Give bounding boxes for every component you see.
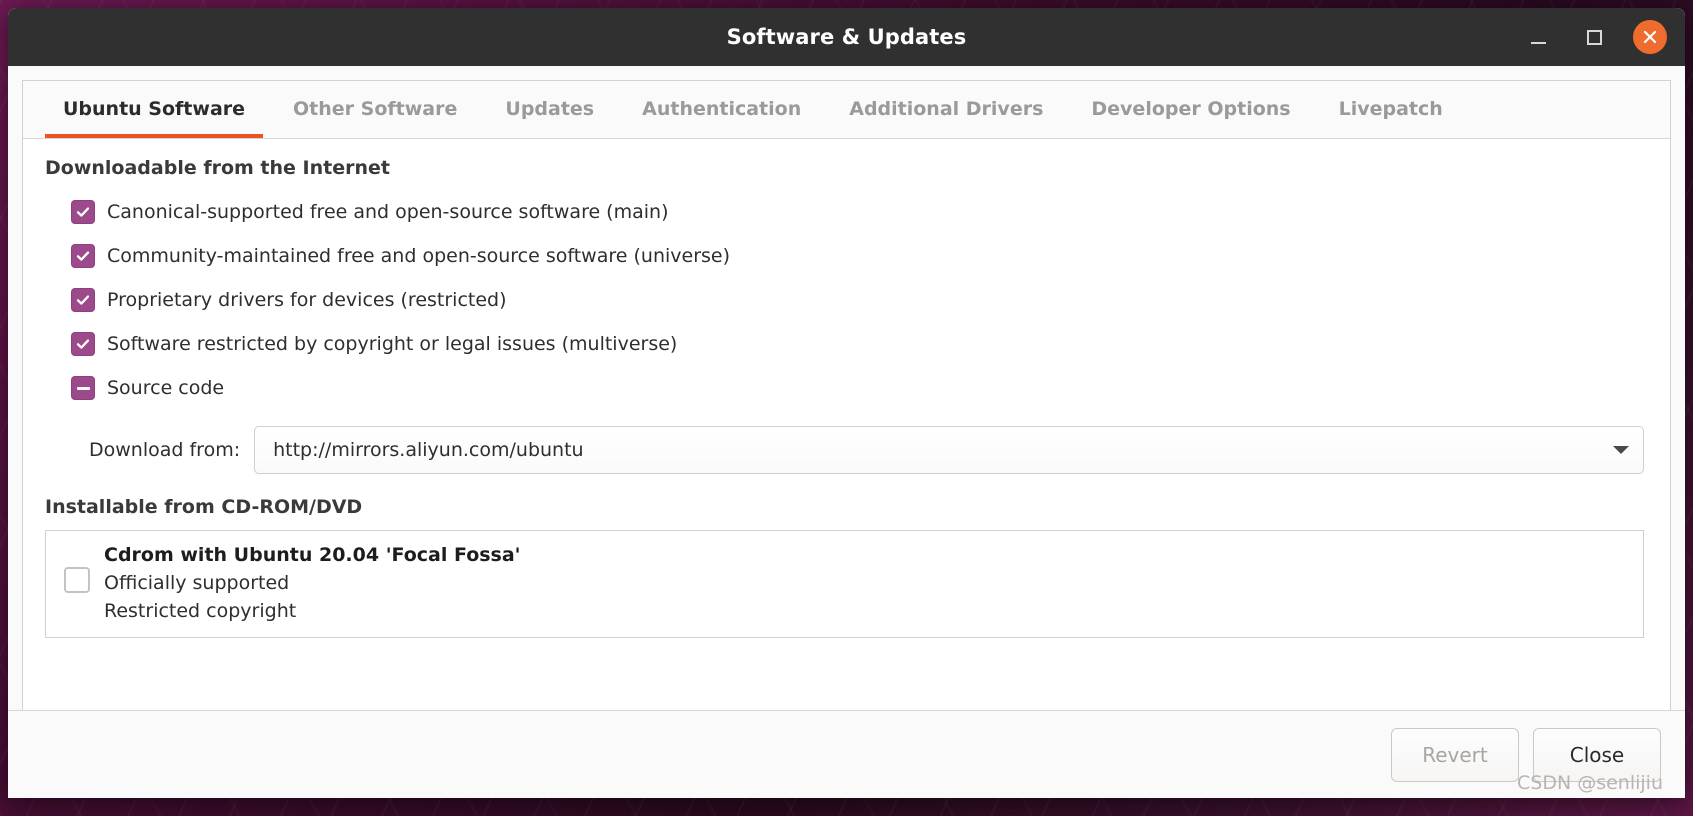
repo-label: Community-maintained free and open-sourc… xyxy=(107,245,731,267)
repo-label: Software restricted by copyright or lega… xyxy=(107,333,678,355)
repo-row-multiverse[interactable]: Software restricted by copyright or lega… xyxy=(71,322,1648,366)
cdrom-list-item[interactable]: Cdrom with Ubuntu 20.04 'Focal Fossa' Of… xyxy=(46,541,1643,625)
repo-row-universe[interactable]: Community-maintained free and open-sourc… xyxy=(71,234,1648,278)
chevron-down-icon xyxy=(1613,446,1629,454)
tab-label: Additional Drivers xyxy=(849,98,1044,120)
tab-updates[interactable]: Updates xyxy=(481,82,618,138)
revert-button[interactable]: Revert xyxy=(1391,727,1519,782)
window-body: Ubuntu Software Other Software Updates A… xyxy=(8,66,1685,798)
maximize-icon xyxy=(1586,29,1602,45)
close-button[interactable] xyxy=(1633,20,1667,54)
cdrom-item-text: Cdrom with Ubuntu 20.04 'Focal Fossa' Of… xyxy=(104,541,521,625)
window-title: Software & Updates xyxy=(726,25,967,49)
download-from-row: Download from: http://mirrors.aliyun.com… xyxy=(45,426,1648,474)
download-from-label: Download from: xyxy=(89,439,241,461)
check-icon xyxy=(76,295,90,305)
cdrom-item-name: Cdrom with Ubuntu 20.04 'Focal Fossa' xyxy=(104,544,521,566)
notebook: Ubuntu Software Other Software Updates A… xyxy=(22,80,1671,710)
checkbox-source-code[interactable] xyxy=(71,376,95,400)
tab-other-software[interactable]: Other Software xyxy=(269,82,481,138)
tab-label: Updates xyxy=(505,98,595,120)
checkbox-cdrom[interactable] xyxy=(64,567,90,593)
checkbox-multiverse[interactable] xyxy=(71,332,95,356)
tab-label: Ubuntu Software xyxy=(63,98,246,120)
repo-row-main[interactable]: Canonical-supported free and open-source… xyxy=(71,190,1648,234)
dialog-footer: Revert Close CSDN @senlijiu xyxy=(8,710,1685,798)
close-button-label: Close xyxy=(1569,742,1625,767)
minimize-icon xyxy=(1530,42,1546,44)
maximize-button[interactable] xyxy=(1577,20,1611,54)
repo-label: Proprietary drivers for devices (restric… xyxy=(107,289,507,311)
close-icon xyxy=(1643,30,1657,44)
close-dialog-button[interactable]: Close xyxy=(1533,727,1661,782)
tab-authentication[interactable]: Authentication xyxy=(618,82,825,138)
cdrom-item-support: Officially supported xyxy=(104,572,290,594)
repo-row-restricted[interactable]: Proprietary drivers for devices (restric… xyxy=(71,278,1648,322)
tab-label: Developer Options xyxy=(1091,98,1291,120)
checkbox-main[interactable] xyxy=(71,200,95,224)
indeterminate-icon xyxy=(76,386,90,390)
tab-livepatch[interactable]: Livepatch xyxy=(1315,82,1467,138)
cdrom-list: Cdrom with Ubuntu 20.04 'Focal Fossa' Of… xyxy=(45,530,1644,638)
repository-checkbox-list: Canonical-supported free and open-source… xyxy=(71,190,1648,410)
repo-label: Canonical-supported free and open-source… xyxy=(107,201,669,223)
checkbox-universe[interactable] xyxy=(71,244,95,268)
download-from-value: http://mirrors.aliyun.com/ubuntu xyxy=(273,439,584,461)
repo-row-source-code[interactable]: Source code xyxy=(71,366,1648,410)
check-icon xyxy=(76,207,90,217)
tab-label: Livepatch xyxy=(1338,98,1443,120)
ubuntu-software-panel: Downloadable from the Internet Canonical… xyxy=(23,139,1670,710)
software-updates-window: Software & Updates Ubuntu Software Other… xyxy=(8,8,1685,798)
revert-button-label: Revert xyxy=(1422,742,1488,767)
tab-ubuntu-software[interactable]: Ubuntu Software xyxy=(39,82,269,138)
checkbox-restricted[interactable] xyxy=(71,288,95,312)
tab-label: Other Software xyxy=(293,98,458,120)
window-titlebar: Software & Updates xyxy=(8,8,1685,66)
downloadable-section-title: Downloadable from the Internet xyxy=(45,157,390,179)
cdrom-item-copyright: Restricted copyright xyxy=(104,600,297,622)
cdrom-section-title: Installable from CD-ROM/DVD xyxy=(45,496,363,518)
tab-additional-drivers[interactable]: Additional Drivers xyxy=(825,82,1067,138)
tab-label: Authentication xyxy=(642,98,802,120)
tab-developer-options[interactable]: Developer Options xyxy=(1067,82,1314,138)
tab-bar: Ubuntu Software Other Software Updates A… xyxy=(23,81,1670,139)
download-from-dropdown[interactable]: http://mirrors.aliyun.com/ubuntu xyxy=(254,426,1644,474)
repo-label: Source code xyxy=(107,377,225,399)
window-controls xyxy=(1521,20,1685,54)
minimize-button[interactable] xyxy=(1521,20,1555,54)
check-icon xyxy=(76,339,90,349)
check-icon xyxy=(76,251,90,261)
